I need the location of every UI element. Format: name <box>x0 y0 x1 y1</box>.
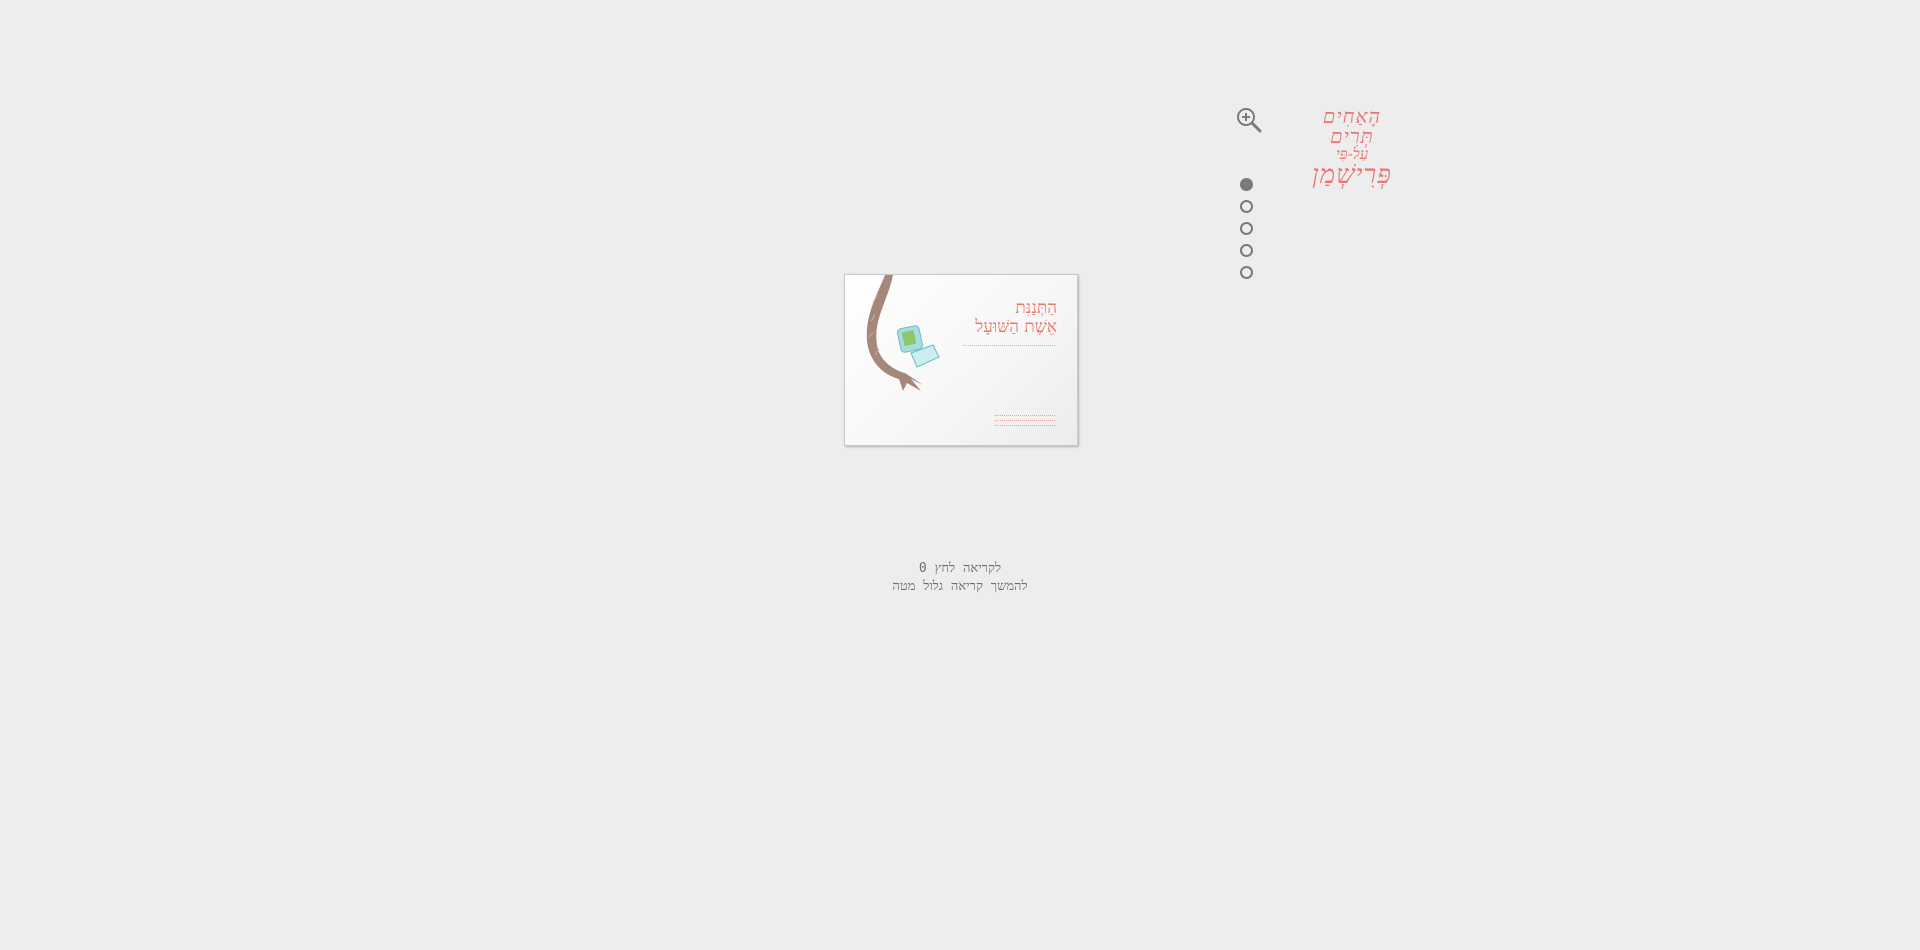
instruction-line-2: להמשך קריאה גלול מטה <box>892 579 1028 594</box>
credit-line <box>995 415 1055 417</box>
zoom-in-button[interactable] <box>1235 106 1263 134</box>
book-subtitle-line <box>963 345 1055 348</box>
pagination-dot-4[interactable] <box>1240 244 1253 257</box>
book-title-line-1: הַתְּנַנִּת <box>1015 298 1057 318</box>
book-title-line-2: אֵשֶׁת הַשּׁוּעָל <box>975 316 1057 337</box>
site-logo[interactable]: הָאַחִים תְּרִים עַל-פִּי פְּרִישְׁמַן <box>1300 104 1404 188</box>
logo-line-1: הָאַחִים תְּרִים <box>1322 104 1382 148</box>
zoom-in-icon <box>1237 108 1262 133</box>
book-cover[interactable]: הַתְּנַנִּת אֵשֶׁת הַשּׁוּעָל <box>844 274 1078 446</box>
pagination-dot-3[interactable] <box>1240 222 1253 235</box>
pagination-dot-2[interactable] <box>1240 200 1253 213</box>
credit-line <box>995 420 1055 422</box>
page: הָאַחִים תְּרִים עַל-פִּי פְּרִישְׁמַן ה… <box>0 0 1920 950</box>
reading-instructions: לקריאה לחץ 0 להמשך קריאה גלול מטה <box>760 560 1160 596</box>
logo-line-3: פְּרִישְׁמַן <box>1312 160 1392 190</box>
pagination-dot-1[interactable] <box>1240 178 1253 191</box>
page-pagination <box>1240 178 1254 279</box>
book-title: הַתְּנַנִּת אֵשֶׁת הַשּׁוּעָל <box>975 299 1057 336</box>
pagination-dot-5[interactable] <box>1240 266 1253 279</box>
book-credits <box>995 415 1055 430</box>
credit-line <box>995 425 1055 427</box>
tree-illustration <box>866 275 940 391</box>
instruction-line-1: לקריאה לחץ 0 <box>918 561 1002 576</box>
